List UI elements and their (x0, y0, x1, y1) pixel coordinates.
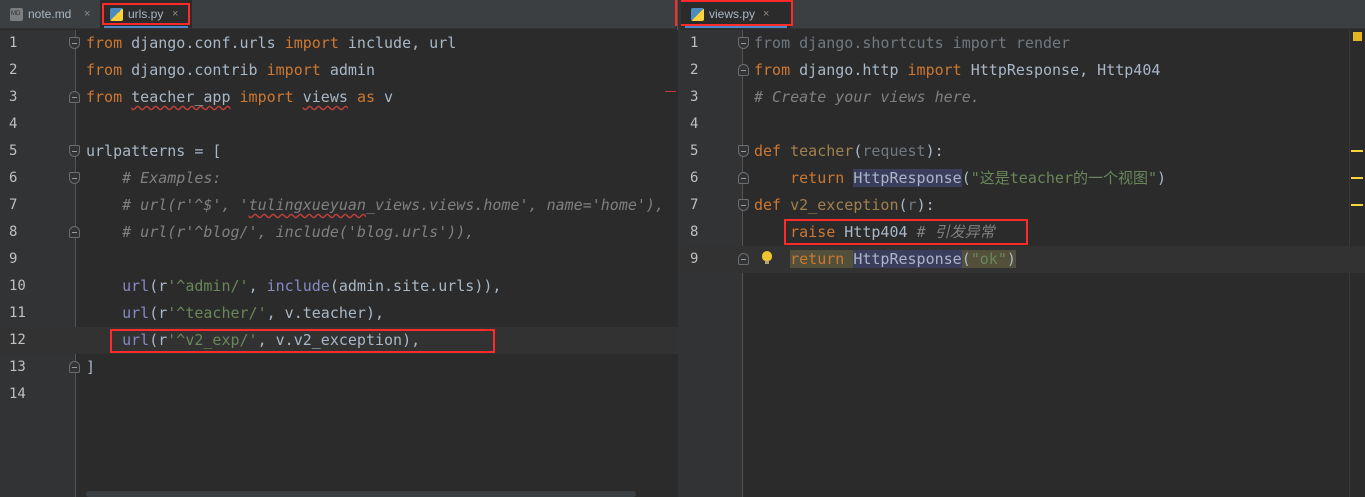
code-line: 2 from django.contrib import admin (0, 57, 678, 84)
tab-urls-py[interactable]: urls.py × (100, 0, 192, 28)
code-line: 1 from django.shortcuts import render (681, 30, 1365, 57)
line-number: 12 (9, 332, 26, 348)
fold-icon[interactable] (69, 37, 80, 49)
line-number: 10 (9, 278, 26, 294)
line-number: 7 (690, 197, 699, 213)
code-line: 8 # url(r'^blog/', include('blog.urls'))… (0, 219, 678, 246)
line-number: 14 (9, 386, 26, 402)
code-line: 4 (0, 111, 678, 138)
python-file-icon (110, 8, 123, 21)
fold-icon[interactable] (738, 199, 749, 211)
code-text: from teacher_app import views as v (86, 88, 394, 106)
code-line: 8 raise Http404 # 引发异常 (681, 219, 1365, 246)
line-number: 4 (9, 116, 18, 132)
code-line: 2 from django.http import HttpResponse, … (681, 57, 1365, 84)
fold-icon[interactable] (738, 253, 749, 265)
urls-py-editor[interactable]: 1 from django.conf.urls import include, … (0, 30, 678, 497)
code-text-unused-import: from django.shortcuts import render (754, 34, 1071, 52)
fold-icon[interactable] (738, 64, 749, 76)
line-number: 2 (690, 62, 699, 78)
code-line: 6 # Examples: (0, 165, 678, 192)
line-number: 3 (690, 89, 699, 105)
code-text: from django.conf.urls import include, ur… (86, 34, 457, 52)
code-line: 3 # Create your views here. (681, 84, 1365, 111)
views-py-editor[interactable]: 1 from django.shortcuts import render 2 … (681, 30, 1365, 497)
current-code-line: 9 return HttpResponse("ok") (681, 246, 1365, 273)
code-line: 4 (681, 111, 1365, 138)
code-line: 6 return HttpResponse("这是teacher的一个视图") (681, 165, 1365, 192)
code-comment: # Examples: (86, 169, 222, 187)
code-line: 13 ] (0, 354, 678, 381)
code-text: raise Http404 # 引发异常 (790, 223, 995, 241)
code-line: 14 (0, 381, 678, 408)
line-number: 6 (690, 170, 699, 186)
line-number: 4 (690, 116, 699, 132)
line-number: 5 (9, 143, 18, 159)
fold-icon[interactable] (69, 91, 80, 103)
line-number: 1 (690, 35, 699, 51)
code-text: ] (86, 358, 96, 376)
close-tab-icon[interactable]: × (84, 0, 90, 28)
code-line: 10 url(r'^admin/', include(admin.site.ur… (0, 273, 678, 300)
code-line: 3 from teacher_app import views as v (0, 84, 678, 111)
code-line: 5 def teacher(request): (681, 138, 1365, 165)
line-number: 8 (9, 224, 18, 240)
code-text: from django.http import HttpResponse, Ht… (754, 61, 1161, 79)
code-text: from django.contrib import admin (86, 61, 375, 79)
fold-icon[interactable] (738, 37, 749, 49)
code-line: 1 from django.conf.urls import include, … (0, 30, 678, 57)
line-number: 7 (9, 197, 18, 213)
code-comment: # url(r'^$', 'tulingxueyuan_views.views.… (86, 196, 664, 214)
line-number: 2 (9, 62, 18, 78)
code-line: 5 urlpatterns = [ (0, 138, 678, 165)
fold-icon[interactable] (738, 145, 749, 157)
code-text: urlpatterns = [ (86, 142, 222, 160)
code-text: def teacher(request): (754, 142, 944, 160)
close-tab-icon[interactable]: × (172, 0, 178, 28)
fold-icon[interactable] (738, 172, 749, 184)
horizontal-scrollbar[interactable] (86, 491, 636, 497)
code-line: 7 def v2_exception(r): (681, 192, 1365, 219)
markdown-file-icon (10, 8, 23, 21)
line-number: 1 (9, 35, 18, 51)
fold-icon[interactable] (69, 226, 80, 238)
line-number: 8 (690, 224, 699, 240)
line-number: 5 (690, 143, 699, 159)
code-line: 11 url(r'^teacher/', v.teacher), (0, 300, 678, 327)
tab-label: urls.py (128, 7, 164, 21)
fold-icon[interactable] (69, 172, 80, 184)
fold-icon[interactable] (69, 145, 80, 157)
line-number: 9 (690, 251, 699, 267)
code-text: def v2_exception(r): (754, 196, 935, 214)
code-text: return HttpResponse("ok") (790, 250, 1016, 268)
code-text: url(r'^teacher/', v.teacher), (122, 304, 385, 322)
fold-icon[interactable] (69, 361, 80, 373)
code-text: return HttpResponse("这是teacher的一个视图") (790, 169, 1167, 187)
line-number: 9 (9, 251, 18, 267)
tab-note-md[interactable]: note.md × (0, 0, 100, 28)
right-editor-tabbar: views.py × (675, 0, 1365, 29)
code-text: url(r'^admin/', include(admin.site.urls)… (122, 277, 502, 295)
code-comment: # Create your views here. (754, 88, 980, 106)
line-number: 6 (9, 170, 18, 186)
tab-label: views.py (709, 7, 756, 21)
line-number: 11 (9, 305, 26, 321)
close-tab-icon[interactable]: × (763, 0, 769, 28)
code-comment: # url(r'^blog/', include('blog.urls')), (86, 223, 475, 241)
line-number: 13 (9, 359, 26, 375)
current-code-line: 12 url(r'^v2_exp/', v.v2_exception), (0, 327, 678, 354)
left-editor-tabbar: note.md × urls.py × (0, 0, 676, 39)
code-line: 7 # url(r'^$', 'tulingxueyuan_views.view… (0, 192, 678, 219)
tab-views-py[interactable]: views.py × (681, 0, 791, 28)
code-text: url(r'^v2_exp/', v.v2_exception), (122, 331, 421, 349)
tab-label: note.md (28, 7, 72, 21)
code-line: 9 (0, 246, 678, 273)
python-file-icon (691, 8, 704, 21)
line-number: 3 (9, 89, 18, 105)
